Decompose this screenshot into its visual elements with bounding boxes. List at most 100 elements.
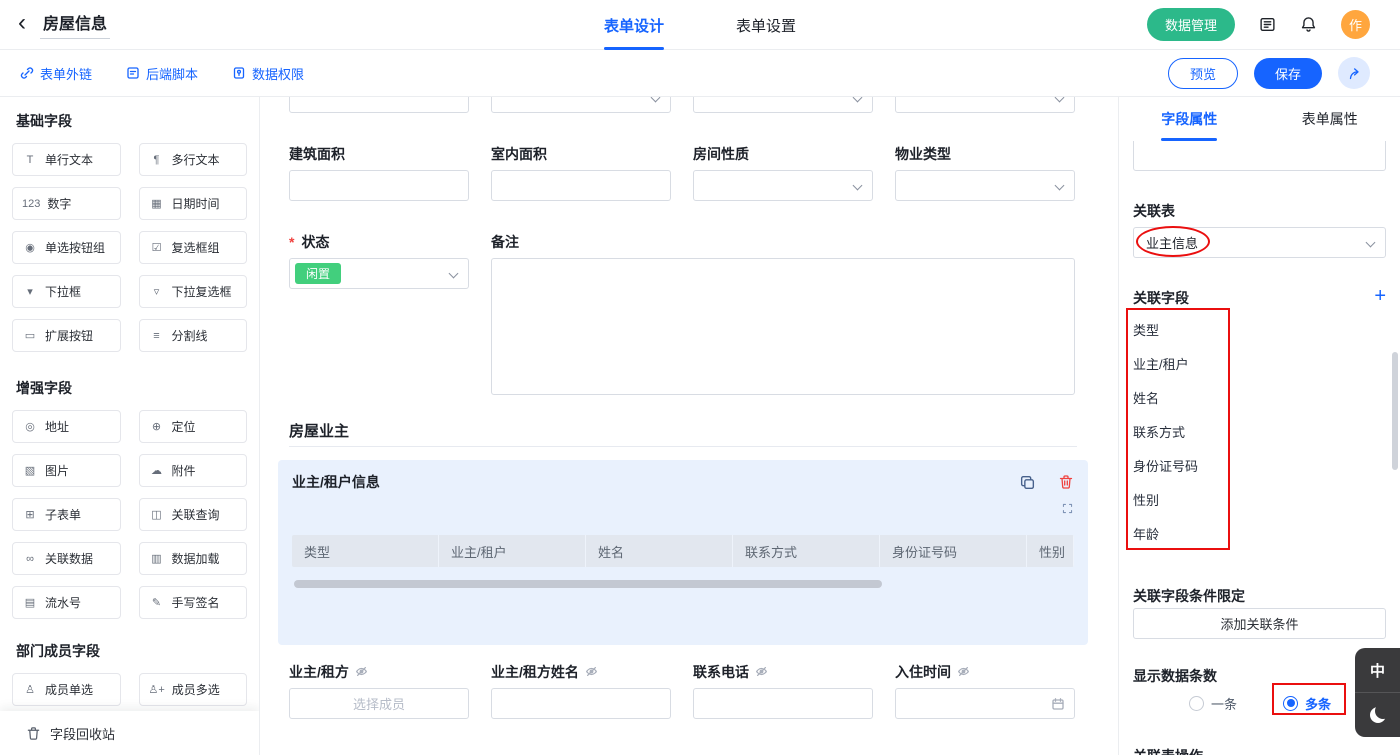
single-line-text-icon: T	[22, 154, 38, 166]
sidebar-item-checkbox-group[interactable]: ☑复选框组	[139, 231, 248, 264]
sidebar-item-dropdown[interactable]: ▾下拉框	[12, 275, 121, 308]
share-button[interactable]	[1338, 57, 1370, 89]
sidebar-item-location[interactable]: ⊕定位	[139, 410, 248, 443]
field-label: 定位	[172, 418, 196, 435]
form-external-link-button[interactable]: 表单外链	[20, 64, 92, 83]
enhanced-fields-grid: ◎地址 ⊕定位 ▧图片 ☁附件 ⊞子表单 ◫关联查询 ∞关联数据 ▥数据加载 ▤…	[12, 410, 247, 619]
status-tag: 闲置	[295, 263, 341, 284]
changelog-button[interactable]	[1259, 16, 1276, 33]
sidebar-item-radio-group[interactable]: ◉单选按钮组	[12, 231, 121, 264]
status-select[interactable]: 闲置	[289, 258, 469, 289]
owner-renter-name-input[interactable]	[491, 688, 671, 719]
tab-form-settings[interactable]: 表单设置	[736, 0, 796, 50]
related-field-item-name[interactable]: 姓名	[1133, 380, 1386, 414]
sidebar-item-signature[interactable]: ✎手写签名	[139, 586, 248, 619]
tab-field-properties[interactable]: 字段属性	[1119, 97, 1260, 141]
sidebar-item-single-line-text[interactable]: T单行文本	[12, 143, 121, 176]
column-owner-tenant[interactable]: 业主/租户	[439, 535, 586, 567]
sidebar-item-related-data[interactable]: ∞关联数据	[12, 542, 121, 575]
add-related-field-button[interactable]: +	[1374, 286, 1386, 306]
related-field-item-age[interactable]: 年龄	[1133, 516, 1386, 550]
ime-language-label: 中	[1370, 660, 1385, 681]
field-move-in-time[interactable]: 入住时间	[895, 663, 1075, 719]
sidebar-item-extend-button[interactable]: ▭扩展按钮	[12, 319, 121, 352]
field-contact-phone[interactable]: 联系电话	[693, 663, 873, 719]
field-indoor-area[interactable]: 室内面积	[491, 145, 671, 201]
radio-multi[interactable]: 多条	[1283, 694, 1331, 713]
field-select-cut[interactable]	[895, 97, 1075, 113]
data-permission-button[interactable]: 数据权限	[232, 64, 304, 83]
sidebar-item-dropdown-multi[interactable]: ▿下拉复选框	[139, 275, 248, 308]
field-label: 流水号	[45, 594, 81, 611]
related-field-item-gender[interactable]: 性别	[1133, 482, 1386, 516]
copy-icon	[1019, 474, 1036, 491]
column-contact[interactable]: 联系方式	[733, 535, 880, 567]
remark-textarea[interactable]	[491, 258, 1075, 395]
contact-phone-input[interactable]	[693, 688, 873, 719]
bell-icon	[1300, 16, 1317, 33]
field-building-area[interactable]: 建筑面积	[289, 145, 469, 201]
field-room-nature[interactable]: 房间性质	[693, 145, 873, 201]
notifications-button[interactable]	[1300, 16, 1317, 33]
field-remark[interactable]: 备注	[491, 233, 1075, 395]
field-owner-renter[interactable]: 业主/租方 选择成员	[289, 663, 469, 719]
sidebar-item-data-load[interactable]: ▥数据加载	[139, 542, 248, 575]
related-field-item-owner-tenant[interactable]: 业主/租户	[1133, 346, 1386, 380]
field-recycle-bin[interactable]: 字段回收站	[0, 711, 259, 755]
sidebar-item-member-multi[interactable]: ♙+成员多选	[139, 673, 248, 706]
related-field-item-id-number[interactable]: 身份证号码	[1133, 448, 1386, 482]
tab-form-design[interactable]: 表单设计	[604, 0, 664, 50]
field-owner-renter-name[interactable]: 业主/租方姓名	[491, 663, 671, 719]
duplicate-subform-button[interactable]	[1019, 474, 1036, 491]
sidebar-item-divider[interactable]: ≡分割线	[139, 319, 248, 352]
sidebar-item-number[interactable]: 123数字	[12, 187, 121, 220]
add-condition-button[interactable]: 添加关联条件	[1133, 608, 1386, 639]
vertical-scrollbar-thumb[interactable]	[1392, 352, 1398, 470]
panel-input-cut[interactable]	[1133, 141, 1386, 171]
sidebar-item-multi-line-text[interactable]: ¶多行文本	[139, 143, 248, 176]
delete-subform-button[interactable]	[1058, 474, 1074, 490]
backend-script-label: 后端脚本	[146, 64, 198, 83]
column-type[interactable]: 类型	[292, 535, 439, 567]
owner-renter-member-picker[interactable]: 选择成员	[289, 688, 469, 719]
sidebar-item-serial-number[interactable]: ▤流水号	[12, 586, 121, 619]
preview-button[interactable]: 预览	[1168, 58, 1238, 89]
sidebar-item-related-query[interactable]: ◫关联查询	[139, 498, 248, 531]
subform-expand-button[interactable]	[292, 502, 1074, 515]
column-name[interactable]: 姓名	[586, 535, 733, 567]
field-property-type[interactable]: 物业类型	[895, 145, 1075, 201]
property-type-select[interactable]	[895, 170, 1075, 201]
field-select-cut[interactable]	[693, 97, 873, 113]
horizontal-scrollbar-thumb[interactable]	[294, 580, 882, 588]
move-in-time-input[interactable]	[895, 688, 1075, 719]
related-fields-header: 关联字段 +	[1133, 286, 1386, 306]
back-button[interactable]: ‹	[18, 11, 26, 39]
backend-script-button[interactable]: 后端脚本	[126, 64, 198, 83]
field-indoor-area-label: 室内面积	[491, 144, 547, 164]
sidebar-item-address[interactable]: ◎地址	[12, 410, 121, 443]
indoor-area-input[interactable]	[491, 170, 671, 201]
field-input-cut[interactable]	[289, 97, 469, 113]
sidebar-item-attachment[interactable]: ☁附件	[139, 454, 248, 487]
sidebar-item-member-single[interactable]: ♙成员单选	[12, 673, 121, 706]
related-field-item-type[interactable]: 类型	[1133, 312, 1386, 346]
column-gender[interactable]: 性别	[1027, 535, 1074, 567]
ime-language-toggle[interactable]: 中	[1355, 648, 1400, 692]
related-field-item-contact[interactable]: 联系方式	[1133, 414, 1386, 448]
sidebar-item-datetime[interactable]: ▦日期时间	[139, 187, 248, 220]
user-avatar[interactable]: 作	[1341, 10, 1370, 39]
save-button[interactable]: 保存	[1254, 58, 1322, 89]
subform-owner-tenant[interactable]: 业主/租户信息 类型 业主/租户 姓名	[278, 460, 1088, 645]
data-manage-button[interactable]: 数据管理	[1147, 8, 1235, 41]
related-table-select[interactable]: 业主信息	[1133, 227, 1386, 258]
ime-night-mode-button[interactable]	[1355, 692, 1400, 737]
sidebar-item-image[interactable]: ▧图片	[12, 454, 121, 487]
field-select-cut[interactable]	[491, 97, 671, 113]
room-nature-select[interactable]	[693, 170, 873, 201]
field-status[interactable]: * 状态 闲置	[289, 233, 469, 395]
building-area-input[interactable]	[289, 170, 469, 201]
column-id-number[interactable]: 身份证号码	[880, 535, 1027, 567]
radio-one[interactable]: 一条	[1189, 694, 1237, 713]
tab-form-properties[interactable]: 表单属性	[1260, 97, 1400, 141]
sidebar-item-subform[interactable]: ⊞子表单	[12, 498, 121, 531]
